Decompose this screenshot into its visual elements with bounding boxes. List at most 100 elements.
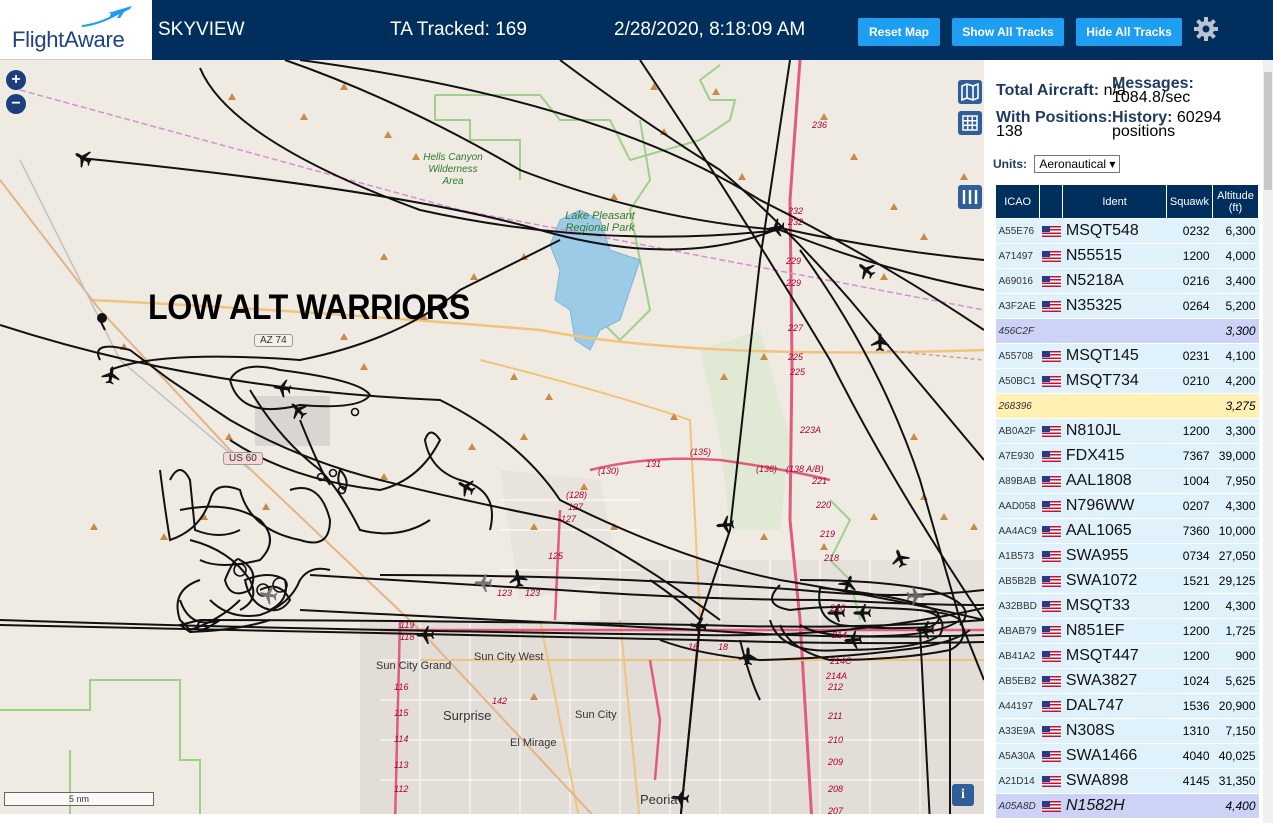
road-label: 232 [788,206,804,216]
cell-flag [1039,568,1063,594]
cell-altitude: 3,275 [1212,393,1259,419]
table-row[interactable]: 456C2F 3,300 [995,318,1259,344]
with-positions-value: 138 [996,123,1023,140]
us-flag-icon [1041,425,1061,437]
us-flag-icon [1041,350,1061,362]
history-stat: History: 60294 positions [1112,110,1221,140]
road-label: 219 [820,529,836,539]
table-row[interactable]: ABAB79 N851EF 1200 1,725 [995,618,1259,644]
col-squawk[interactable]: Squawk [1165,184,1214,219]
history-unit: positions [1112,123,1176,140]
cell-flag [1039,693,1063,719]
table-row[interactable]: AB5EB2 SWA3827 1024 5,625 [995,668,1259,694]
cell-ident: SWA955 [1062,543,1167,569]
show-all-tracks-button[interactable]: Show All Tracks [952,18,1064,46]
total-aircraft-label: Total Aircraft: [996,82,1100,99]
cell-ident: N55515 [1062,243,1167,269]
table-row[interactable]: A55708 MSQT145 0231 4,100 [995,343,1259,369]
top-bar: FlightAware SKYVIEW TA Tracked: 169 2/28… [0,0,1273,60]
us-flag-icon [1041,375,1061,387]
table-row[interactable]: AB0A2F N810JL 1200 3,300 [995,418,1259,444]
table-row[interactable]: A50BC1 MSQT734 0210 4,200 [995,368,1259,394]
table-row[interactable]: A71497 N55515 1200 4,000 [995,243,1259,269]
road-label: 221 [812,476,828,486]
cell-squawk: 4145 [1166,768,1213,794]
cell-flag [1039,218,1063,244]
road-label: 123 [497,588,513,598]
table-row[interactable]: A1B573 SWA955 0734 27,050 [995,543,1259,569]
cell-ident: N1582H [1062,793,1167,819]
road-label: 16 [688,642,699,652]
map-layers-button[interactable] [958,80,982,104]
cell-icao: ABAB79 [995,618,1040,644]
cell-ident: SWA3827 [1062,668,1167,694]
aircraft-table-body: A55E76 MSQT548 0232 6,300 A71497 N55515 1200 4,… [995,218,1259,819]
cell-flag [1039,468,1063,494]
info-button[interactable]: i [952,784,974,806]
table-row[interactable]: A32BBD MSQT33 1200 4,300 [995,593,1259,619]
flightaware-logo[interactable]: FlightAware [0,0,152,60]
col-flag [1039,184,1064,219]
cell-squawk: 1024 [1166,668,1213,694]
zoom-out-button[interactable]: − [6,94,26,114]
road-label: 119 [400,620,415,630]
map-bottom-strip [0,814,984,823]
cell-squawk: 7367 [1166,443,1213,469]
cell-ident: AAL1808 [1062,468,1167,494]
columns-button[interactable] [958,185,982,209]
table-row[interactable]: AA4AC9 AAL1065 7360 10,000 [995,518,1259,544]
cell-ident: MSQT33 [1062,593,1167,619]
cell-icao: AB0A2F [995,418,1040,444]
panel-scrollbar[interactable] [1263,60,1273,823]
col-icao[interactable]: ICAO [994,184,1041,219]
highway-shield-az74: AZ 74 [254,334,293,347]
table-row[interactable]: 268396 3,275 [995,393,1259,419]
cell-altitude: 29,125 [1212,568,1259,594]
lake-pleasant-label: Lake Pleasant Regional Park [565,210,635,234]
units-select[interactable]: Aeronautical ▾ [1034,155,1121,173]
hells-canyon-label: Hells Canyon Wilderness Area [423,152,483,187]
road-label: 236 [812,120,828,130]
map-area[interactable]: + − LOW ALT WARRIORS Hells Canyon Wilder… [0,60,984,823]
cell-squawk [1166,318,1213,344]
cell-ident: MSQT145 [1062,343,1167,369]
table-row[interactable]: A05A8D N1582H 4,400 [995,793,1259,819]
table-row[interactable]: A44197 DAL747 1536 20,900 [995,693,1259,719]
grid-button[interactable] [958,111,982,135]
col-ident[interactable]: Ident [1062,184,1167,219]
cell-altitude: 4,200 [1212,368,1259,394]
table-row[interactable]: A5A30A SWA1466 4040 40,025 [995,743,1259,769]
hide-all-tracks-button[interactable]: Hide All Tracks [1076,18,1182,46]
us-flag-icon [1041,800,1061,812]
units-row: Units: Aeronautical ▾ [993,155,1121,173]
table-row[interactable]: AAD058 N796WW 0207 4,300 [995,493,1259,519]
table-row[interactable]: A3F2AE N35325 0264 5,200 [995,293,1259,319]
col-altitude[interactable]: Altitude (ft) [1212,184,1259,219]
table-row[interactable]: A89BAB AAL1808 1004 7,950 [995,468,1259,494]
table-row[interactable]: A69016 N5218A 0216 3,400 [995,268,1259,294]
road-label: 116 [394,682,409,692]
map-canvas[interactable] [0,60,984,823]
table-row[interactable]: A7E930 FDX415 7367 39,000 [995,443,1259,469]
road-label: 229 [786,256,802,266]
town-surprise: Surprise [443,708,492,723]
table-row[interactable]: AB41A2 MSQT447 1200 900 [995,643,1259,669]
table-row[interactable]: AB5B2B SWA1072 1521 29,125 [995,568,1259,594]
annotation-low-alt-warriors: LOW ALT WARRIORS [148,288,470,327]
table-row[interactable]: A33E9A N308S 1310 7,150 [995,718,1259,744]
scrollbar-thumb[interactable] [1264,72,1272,190]
table-row[interactable]: A55E76 MSQT548 0232 6,300 [995,218,1259,244]
cell-icao: A7E930 [995,443,1040,469]
zoom-in-button[interactable]: + [6,70,26,90]
table-row[interactable]: A21D14 SWA898 4145 31,350 [995,768,1259,794]
gear-icon[interactable] [1193,16,1219,42]
cell-squawk: 0207 [1166,493,1213,519]
cell-ident [1062,318,1167,344]
road-label: 214C [830,656,852,666]
us-flag-icon [1041,775,1061,787]
cell-altitude: 3,400 [1212,268,1259,294]
road-label: 232 [788,217,804,227]
cell-icao: A55708 [995,343,1040,369]
cell-squawk: 1536 [1166,693,1213,719]
reset-map-button[interactable]: Reset Map [858,18,940,46]
